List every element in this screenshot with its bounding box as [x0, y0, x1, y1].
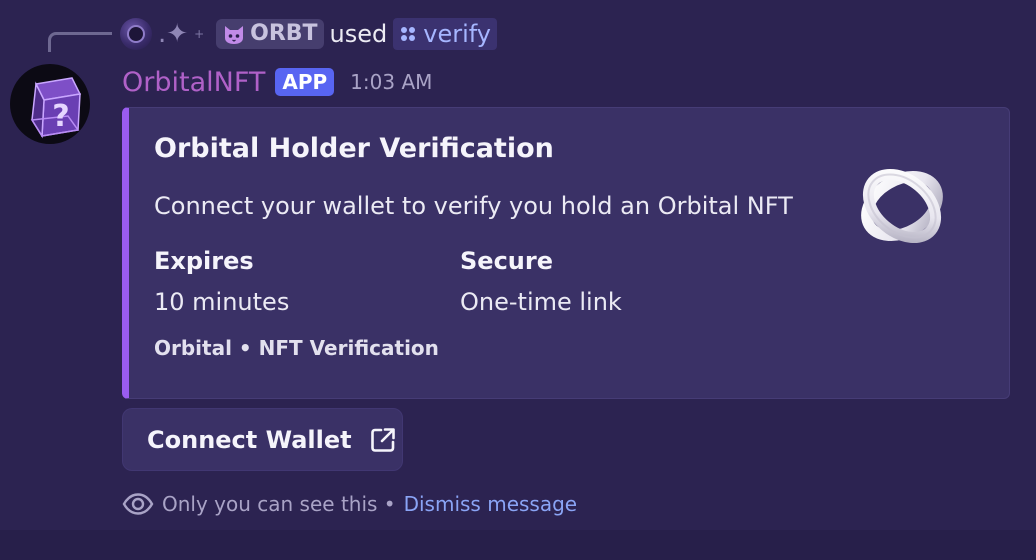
command-reply-line: .✦ + ORBT used verify [120, 16, 497, 52]
used-text: used [329, 20, 388, 48]
embed-field-secure: Secure One-time link [460, 245, 622, 318]
question-cube-icon: ? [30, 77, 82, 139]
reply-user-name[interactable]: .✦ + [158, 16, 210, 52]
verification-embed: Orbital Holder Verification Connect your… [122, 107, 1010, 399]
svg-text:?: ? [52, 99, 69, 134]
server-tag-label: ORBT [250, 21, 318, 46]
reply-user-suffix: + [194, 27, 205, 41]
user-mini-avatar[interactable] [120, 18, 152, 50]
chat-message-area: .✦ + ORBT used verify ? OrbitalNFT APP 1… [0, 0, 1036, 560]
connect-wallet-label: Connect Wallet [147, 425, 352, 454]
external-link-icon [370, 427, 395, 452]
embed-footer: Orbital • NFT Verification [154, 336, 439, 360]
reply-user-name-text[interactable]: .✦ [158, 16, 188, 52]
connect-wallet-button[interactable]: Connect Wallet [122, 408, 403, 471]
app-badge: APP [275, 68, 335, 96]
embed-description: Connect your wallet to verify you hold a… [154, 192, 793, 220]
message-timestamp[interactable]: 1:03 AM [350, 70, 432, 94]
app-command-icon [401, 27, 416, 41]
bot-avatar[interactable]: ? [10, 64, 90, 144]
server-tag[interactable]: ORBT [216, 19, 324, 49]
cat-icon [225, 26, 244, 44]
ephemeral-notice: Only you can see this • Dismiss message [122, 488, 577, 520]
ephemeral-text: Only you can see this • [162, 492, 396, 516]
bot-name[interactable]: OrbitalNFT [122, 67, 265, 98]
message-header: OrbitalNFT APP 1:03 AM [122, 64, 432, 100]
message-divider-band [0, 530, 1036, 560]
embed-title: Orbital Holder Verification [154, 133, 554, 164]
reply-spine [48, 32, 112, 52]
embed-field-name: Expires [154, 247, 254, 275]
embed-field-expires: Expires 10 minutes [154, 245, 289, 318]
embed-field-name: Secure [460, 247, 553, 275]
eye-icon [122, 493, 154, 515]
dismiss-message-link[interactable]: Dismiss message [404, 492, 578, 516]
embed-field-value: 10 minutes [154, 288, 290, 316]
embed-field-value: One-time link [460, 288, 622, 316]
command-mention[interactable]: verify [393, 18, 497, 50]
orbital-rings-icon[interactable] [847, 156, 957, 256]
command-name: verify [423, 20, 491, 48]
